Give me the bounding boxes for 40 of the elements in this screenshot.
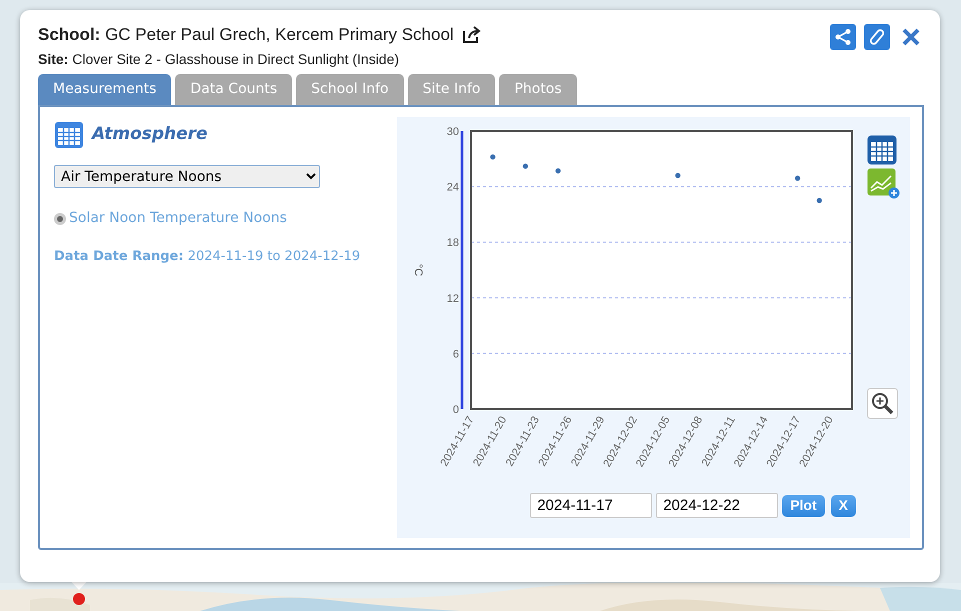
axis-tick-label: 24 (446, 182, 459, 194)
tab[interactable]: School Info (296, 74, 404, 105)
share-icon (834, 28, 852, 46)
school-name: School: GC Peter Paul Grech, Kercem Primary School (38, 24, 454, 46)
axis-tick-label: 6 (452, 348, 459, 360)
tab[interactable]: Data Counts (175, 74, 292, 105)
axis-tick-label: 30 (446, 126, 459, 138)
y-axis-label: °C (412, 264, 424, 276)
section-title: Atmosphere (92, 123, 208, 146)
date-range-text: Data Date Range: 2024-11-19 to 2024-12-19 (54, 248, 362, 266)
axis-tick-label: 0 (452, 404, 459, 416)
tab[interactable]: Measurements (38, 74, 172, 105)
end-date-field[interactable]: 2024-12-22 (656, 493, 778, 518)
radio-label[interactable]: Solar Noon Temperature Noons (69, 208, 287, 229)
data-point (490, 154, 496, 160)
data-point (675, 172, 680, 178)
chart-add-icon[interactable] (867, 168, 900, 199)
measurement-dropdown[interactable]: Air Temperature Noons (54, 165, 320, 188)
data-point (555, 168, 561, 174)
axis-tick-label: 18 (446, 237, 459, 250)
table-icon[interactable] (867, 135, 897, 165)
zoom-in-icon[interactable] (867, 388, 898, 419)
map-marker-icon (73, 593, 85, 605)
plot-button[interactable]: Plot (782, 494, 825, 516)
link-icon (868, 28, 886, 46)
start-date-field[interactable]: 2024-11-17 (530, 493, 652, 518)
axis-tick-label: 12 (446, 292, 459, 305)
site-name: Site: Clover Site 2 - Glasshouse in Direct Sunlight (Inside) (38, 50, 400, 68)
data-point (816, 198, 822, 204)
table-icon (54, 121, 84, 149)
data-point (794, 176, 800, 181)
radio-button[interactable] (54, 212, 66, 224)
share-button[interactable] (830, 24, 856, 50)
link-button[interactable] (864, 24, 890, 50)
tab[interactable]: Photos (499, 74, 577, 105)
external-link-icon[interactable] (462, 26, 482, 44)
data-point (522, 164, 528, 169)
tab[interactable]: Site Info (408, 74, 496, 105)
close-icon[interactable] (902, 28, 920, 46)
clear-button[interactable]: X (830, 494, 856, 516)
